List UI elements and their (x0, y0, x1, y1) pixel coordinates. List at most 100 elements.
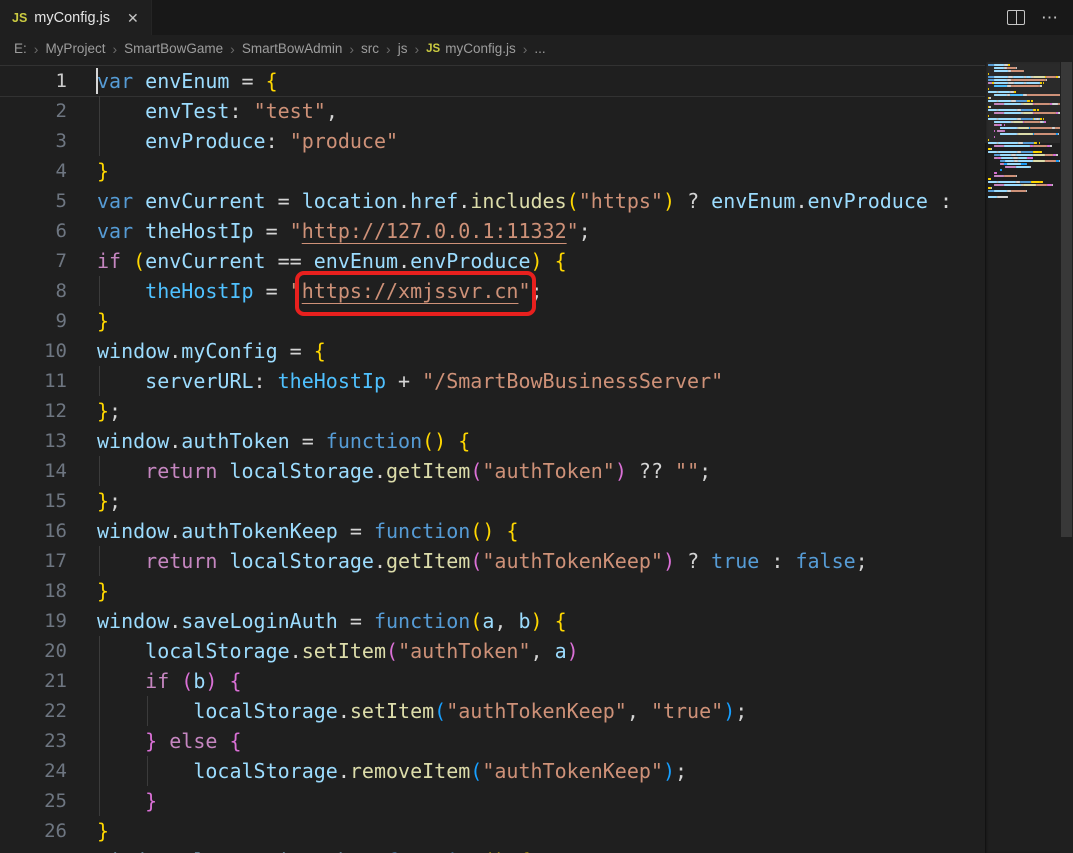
code-token: "authTokenKeep" (482, 549, 663, 573)
code-token: function (386, 849, 482, 853)
code-line[interactable]: 16window.authTokenKeep = function() { (0, 516, 985, 546)
code-token: . (169, 519, 181, 543)
code-editor[interactable]: 1var envEnum = {2 envTest: "test",3 envP… (0, 62, 985, 853)
code-line[interactable]: 2 envTest: "test", (0, 96, 985, 126)
code-line[interactable]: 13window.authToken = function() { (0, 426, 985, 456)
code-token: = (338, 609, 374, 633)
code-token: } (145, 789, 157, 813)
code-token (97, 369, 145, 393)
code-line[interactable]: 20 localStorage.setItem("authToken", a) (0, 636, 985, 666)
code-token: { (229, 669, 241, 693)
breadcrumb-separator-icon: › (34, 41, 39, 57)
indent-guide (99, 366, 100, 396)
code-line[interactable]: 7if (envCurrent == envEnum.envProduce) { (0, 246, 985, 276)
breadcrumb-item[interactable]: ›JSmyConfig.js (407, 41, 515, 57)
more-actions-icon[interactable]: ⋯ (1041, 9, 1059, 26)
line-number: 19 (0, 606, 97, 636)
code-token: ) (482, 519, 494, 543)
code-token: "authTokenKeep" (482, 759, 663, 783)
breadcrumb-item[interactable]: ›MyProject (27, 41, 106, 57)
split-editor-icon[interactable] (1007, 10, 1025, 25)
code-token: else (169, 729, 229, 753)
code-token: ( (470, 549, 482, 573)
code-token: ( (470, 759, 482, 783)
breadcrumb-item[interactable]: ›... (516, 41, 546, 57)
code-line[interactable]: 22 localStorage.setItem("authTokenKeep",… (0, 696, 985, 726)
close-icon[interactable]: ✕ (127, 11, 139, 25)
code-line[interactable]: 10window.myConfig = { (0, 336, 985, 366)
code-line[interactable]: 8 theHostIp = "https://xmjssvr.cn"; (0, 276, 985, 306)
code-token: = (338, 519, 374, 543)
code-token: envTest (145, 99, 229, 123)
code-line[interactable]: 1var envEnum = { (0, 66, 985, 96)
breadcrumb-item[interactable]: E: (14, 41, 27, 56)
code-token: = (254, 219, 290, 243)
code-token: localStorage (193, 759, 338, 783)
code-line[interactable]: 12}; (0, 396, 985, 426)
code-token: . (374, 459, 386, 483)
code-token: theHostIp (145, 219, 253, 243)
code-token: getItem (386, 549, 470, 573)
line-number: 9 (0, 306, 97, 336)
line-number: 16 (0, 516, 97, 546)
breadcrumb-item[interactable]: ›SmartBowGame (105, 41, 223, 57)
code-line[interactable]: 3 envProduce: "produce" (0, 126, 985, 156)
code-line[interactable]: 18} (0, 576, 985, 606)
code-line[interactable]: 4} (0, 156, 985, 186)
code-line[interactable]: 5var envCurrent = location.href.includes… (0, 186, 985, 216)
code-token: ; (675, 759, 687, 783)
line-number: 17 (0, 546, 97, 576)
line-number: 27 (0, 846, 97, 853)
code-token: ) (531, 609, 543, 633)
code-line[interactable]: 14 return localStorage.getItem("authToke… (0, 456, 985, 486)
code-token: "authToken" (482, 459, 614, 483)
tab-myconfig-js[interactable]: JS myConfig.js ✕ (0, 0, 152, 35)
minimap[interactable] (985, 62, 1060, 853)
code-token (494, 519, 506, 543)
code-line[interactable]: 17 return localStorage.getItem("authToke… (0, 546, 985, 576)
code-line[interactable]: 26} (0, 816, 985, 846)
code-token: function (374, 609, 470, 633)
code-token: . (338, 699, 350, 723)
code-token: ( (422, 429, 434, 453)
code-token (97, 789, 145, 813)
vertical-scrollbar[interactable] (1060, 62, 1073, 853)
line-number: 2 (0, 96, 97, 126)
code-token: " (567, 219, 579, 243)
code-token: { (506, 519, 518, 543)
code-line[interactable]: 11 serverURL: theHostIp + "/SmartBowBusi… (0, 366, 985, 396)
code-line[interactable]: 15}; (0, 486, 985, 516)
code-token: : (229, 99, 253, 123)
code-line[interactable]: 9} (0, 306, 985, 336)
code-line[interactable]: 25 } (0, 786, 985, 816)
code-line[interactable]: 21 if (b) { (0, 666, 985, 696)
line-number: 15 (0, 486, 97, 516)
code-token: ) (205, 669, 217, 693)
code-line[interactable]: 19window.saveLoginAuth = function(a, b) … (0, 606, 985, 636)
code-line[interactable]: 24 localStorage.removeItem("authTokenKee… (0, 756, 985, 786)
code-token: localStorage (229, 459, 374, 483)
code-token: a (482, 609, 494, 633)
scrollbar-slider[interactable] (1061, 62, 1072, 537)
breadcrumb-item[interactable]: ›js (379, 41, 407, 57)
code-token: ; (109, 399, 121, 423)
code-token: envCurrent (145, 249, 265, 273)
indent-guide (99, 786, 100, 816)
indent-guide (99, 96, 100, 126)
code-token: ( (482, 849, 494, 853)
breadcrumb-item[interactable]: ›src (342, 41, 379, 57)
code-token: location (302, 189, 398, 213)
code-token: { (266, 69, 278, 93)
code-token: . (795, 189, 807, 213)
code-token: localStorage (145, 639, 290, 663)
code-token: function (374, 519, 470, 543)
code-line[interactable]: 27window.clearLoginAuth = function() { (0, 846, 985, 853)
code-token: ) (434, 429, 446, 453)
breadcrumb: E:›MyProject›SmartBowGame›SmartBowAdmin›… (0, 35, 1073, 62)
breadcrumb-item[interactable]: ›SmartBowAdmin (223, 41, 342, 57)
code-line[interactable]: 6var theHostIp = "http://127.0.0.1:11332… (0, 216, 985, 246)
code-line[interactable]: 23 } else { (0, 726, 985, 756)
code-token: { (229, 729, 241, 753)
code-token: : (928, 189, 952, 213)
code-token: . (398, 249, 410, 273)
